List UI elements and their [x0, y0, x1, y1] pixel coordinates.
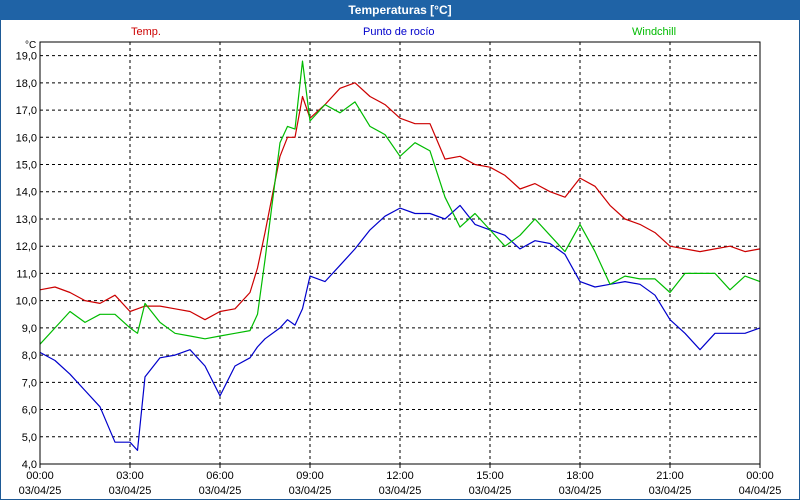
x-tick-date-label: 03/04/25	[19, 485, 62, 497]
x-tick-time-label: 09:00	[296, 470, 324, 482]
y-tick-label: 9,0	[22, 323, 37, 335]
x-tick-time-label: 18:00	[566, 470, 594, 482]
y-tick-label: 19,0	[16, 51, 37, 63]
y-tick-label: 13,0	[16, 214, 37, 226]
x-tick-date-label: 04/04/25	[739, 485, 782, 497]
x-tick-time-label: 15:00	[476, 470, 504, 482]
x-tick-time-label: 03:00	[116, 470, 144, 482]
y-tick-label: 11,0	[16, 268, 37, 280]
x-tick-date-label: 03/04/25	[469, 485, 512, 497]
y-tick-label: 15,0	[16, 160, 37, 172]
y-tick-label: 17,0	[16, 105, 37, 117]
x-tick-date-label: 03/04/25	[199, 485, 242, 497]
x-tick-date-label: 03/04/25	[109, 485, 152, 497]
y-tick-label: 18,0	[16, 78, 37, 90]
x-tick-date-label: 03/04/25	[649, 485, 692, 497]
x-tick-time-label: 21:00	[656, 470, 684, 482]
y-tick-label: 12,0	[16, 241, 37, 253]
y-tick-label: 8,0	[22, 350, 37, 362]
x-tick-time-label: 00:00	[746, 470, 774, 482]
x-tick-date-label: 03/04/25	[289, 485, 332, 497]
y-tick-label: 16,0	[16, 132, 37, 144]
y-tick-label: 6,0	[22, 405, 37, 417]
x-tick-time-label: 00:00	[26, 470, 54, 482]
x-tick-time-label: 06:00	[206, 470, 234, 482]
x-tick-time-label: 12:00	[386, 470, 414, 482]
y-tick-label: 14,0	[16, 187, 37, 199]
y-tick-label: 10,0	[16, 296, 37, 308]
temperature-chart: 4,05,06,07,08,09,010,011,012,013,014,015…	[16, 41, 782, 497]
y-tick-label: 7,0	[22, 377, 37, 389]
x-tick-date-label: 03/04/25	[559, 485, 602, 497]
x-tick-date-label: 03/04/25	[379, 485, 422, 497]
y-tick-label: 5,0	[22, 432, 37, 444]
